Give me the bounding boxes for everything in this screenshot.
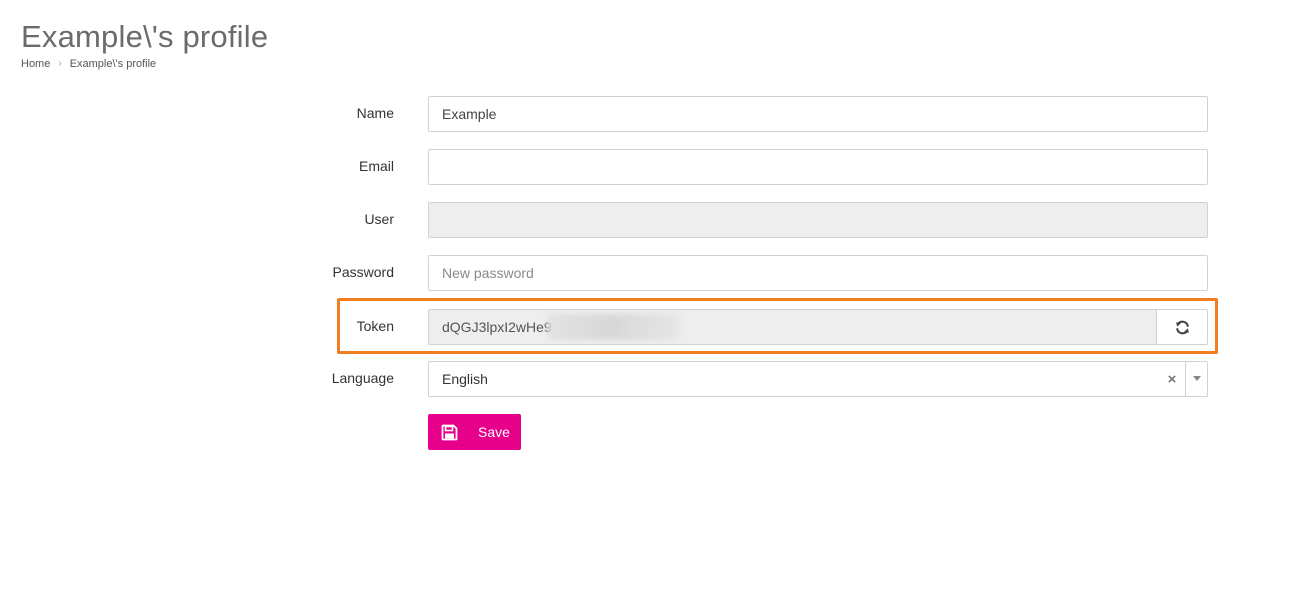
token-redaction	[547, 314, 679, 340]
email-input[interactable]	[428, 149, 1208, 185]
token-field: dQGJ3lpxI2wHe9	[428, 309, 1156, 345]
token-label: Token	[356, 318, 394, 334]
password-row: Password	[0, 255, 1303, 291]
name-input[interactable]	[428, 96, 1208, 132]
name-row: Name	[0, 96, 1303, 132]
caret-down-icon[interactable]	[1185, 362, 1207, 396]
name-label: Name	[356, 105, 394, 121]
page-title: Example\'s profile	[21, 19, 269, 54]
token-refresh-button[interactable]	[1156, 309, 1208, 345]
language-selected-value: English	[442, 371, 488, 387]
token-row: Token dQGJ3lpxI2wHe9	[0, 309, 1303, 345]
close-icon[interactable]: ×	[1159, 362, 1185, 396]
breadcrumb: Home › Example\'s profile	[21, 57, 156, 71]
language-label: Language	[331, 370, 394, 386]
password-label: Password	[332, 264, 394, 280]
breadcrumb-home-link[interactable]: Home	[21, 57, 50, 71]
language-row: Language English ×	[0, 361, 1303, 397]
save-button-label: Save	[478, 424, 510, 440]
user-label: User	[364, 211, 394, 227]
user-input	[428, 202, 1208, 238]
language-select[interactable]: English ×	[428, 361, 1208, 397]
floppy-disk-icon	[441, 424, 458, 441]
password-input[interactable]	[428, 255, 1208, 291]
save-button[interactable]: Save	[428, 414, 521, 450]
email-row: Email	[0, 149, 1303, 185]
token-value: dQGJ3lpxI2wHe9	[442, 319, 552, 335]
breadcrumb-current: Example\'s profile	[69, 58, 157, 70]
breadcrumb-separator: ›	[58, 58, 62, 69]
user-row: User	[0, 202, 1303, 238]
refresh-icon	[1175, 320, 1190, 335]
email-label: Email	[358, 158, 394, 174]
token-input-group: dQGJ3lpxI2wHe9	[428, 309, 1208, 345]
